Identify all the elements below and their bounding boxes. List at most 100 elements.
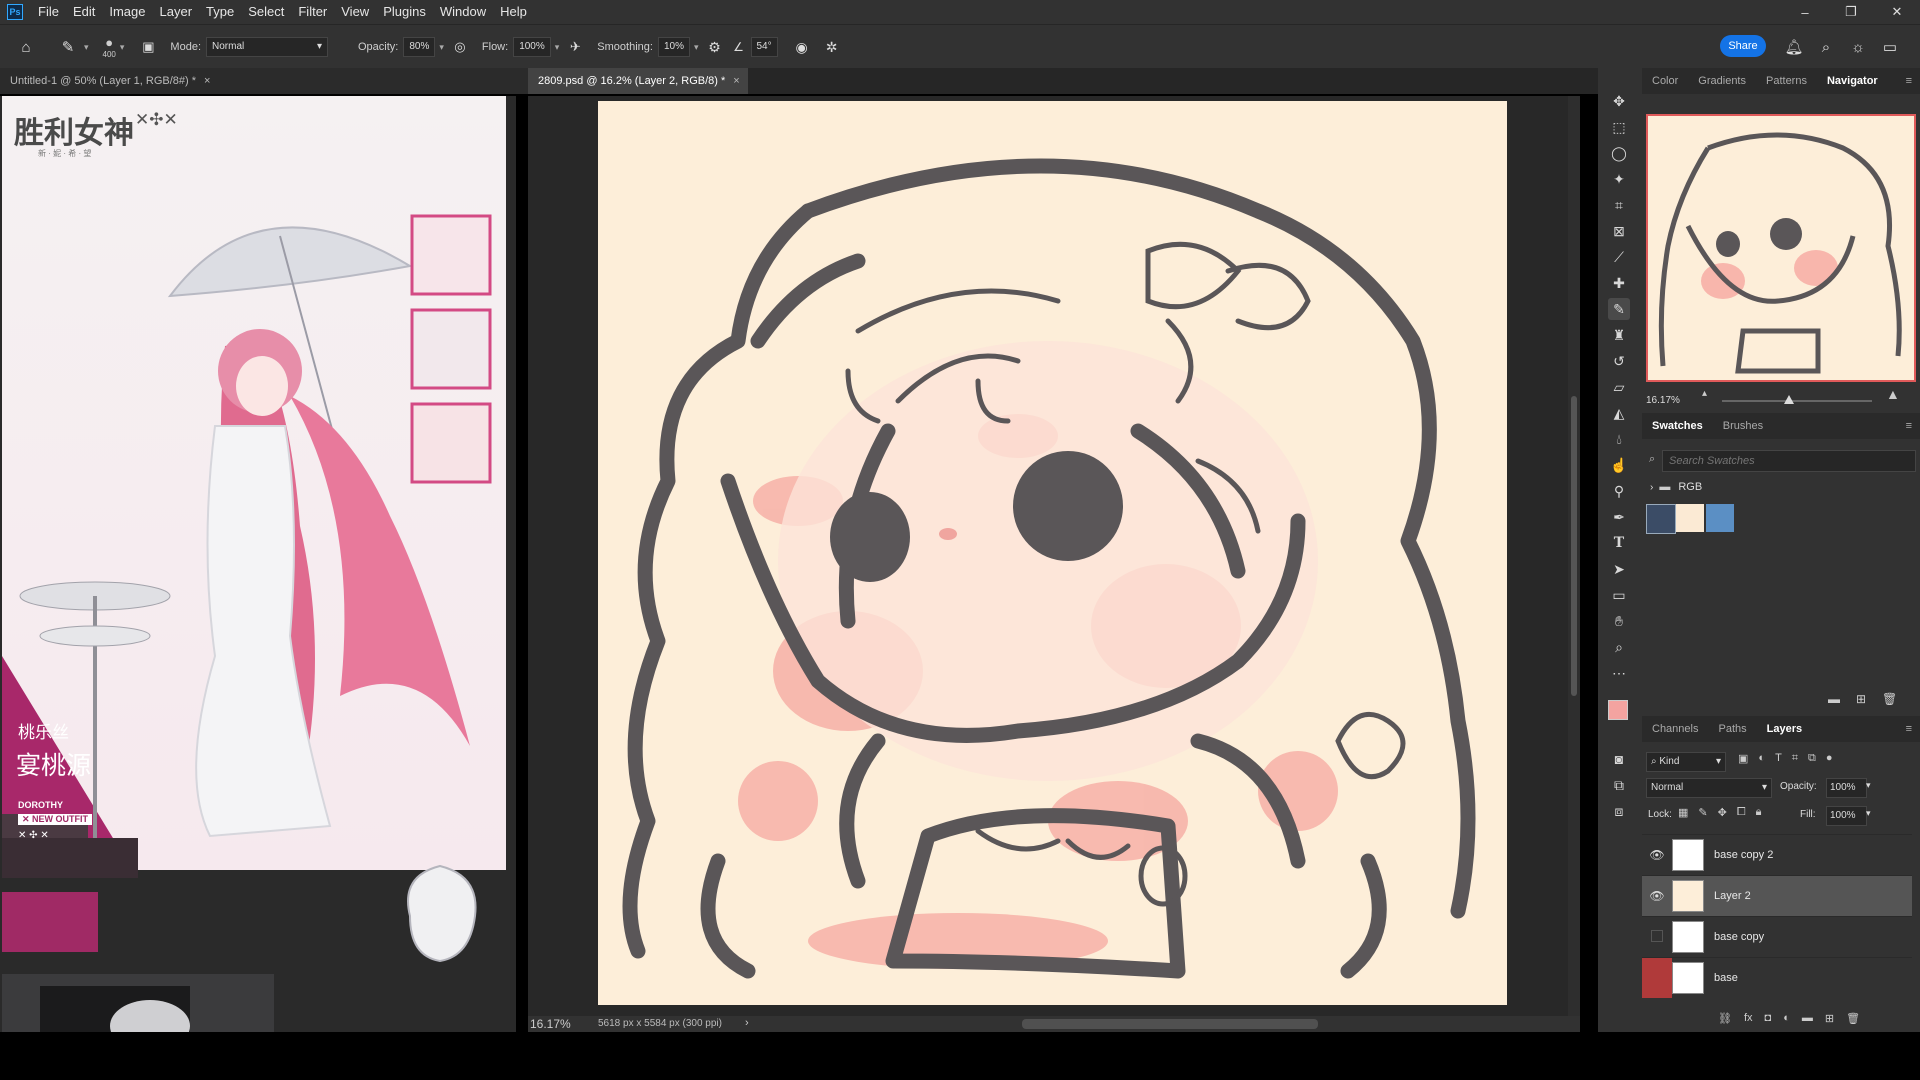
- brush-settings-icon[interactable]: ▣: [136, 35, 160, 59]
- marquee-tool-icon[interactable]: ⬚: [1608, 116, 1630, 138]
- quick-mask-icon[interactable]: ◙: [1608, 748, 1630, 770]
- lock-all-icon[interactable]: 🔒︎: [1756, 806, 1762, 819]
- layer-row-base-copy-2[interactable]: 👁︎ base copy 2: [1642, 834, 1912, 875]
- zoom-in-icon[interactable]: ▲: [1886, 386, 1900, 402]
- mode-select[interactable]: Normal ▾: [206, 37, 328, 57]
- layer-row-base-copy[interactable]: base copy: [1642, 916, 1912, 957]
- type-filter-icon[interactable]: T: [1775, 752, 1782, 765]
- menu-select[interactable]: Select: [241, 0, 291, 24]
- restore-button[interactable]: ❐: [1828, 0, 1874, 24]
- chevron-down-icon[interactable]: ▾: [1866, 808, 1871, 819]
- brush-tool-icon[interactable]: ✎: [1608, 298, 1630, 320]
- chevron-down-icon[interactable]: ▾: [84, 42, 89, 53]
- paint-bucket-tool-icon[interactable]: ◭: [1608, 402, 1630, 424]
- status-arrow-icon[interactable]: ›: [745, 1017, 749, 1029]
- menu-filter[interactable]: Filter: [291, 0, 334, 24]
- menu-plugins[interactable]: Plugins: [376, 0, 433, 24]
- more-tools-icon[interactable]: ⋯: [1608, 662, 1630, 684]
- brush-tool-icon[interactable]: ✎: [56, 35, 80, 59]
- discover-icon[interactable]: ☼: [1846, 35, 1870, 59]
- menu-type[interactable]: Type: [199, 0, 241, 24]
- home-icon[interactable]: ⌂: [14, 35, 38, 59]
- symmetry-icon[interactable]: ✲: [820, 35, 844, 59]
- eye-icon[interactable]: 👁︎: [1642, 889, 1672, 903]
- new-swatch-group-icon[interactable]: ▬: [1828, 692, 1840, 706]
- filter-toggle-icon[interactable]: ●: [1826, 752, 1833, 765]
- chevron-down-icon[interactable]: ▾: [1866, 780, 1871, 791]
- workspace-icon[interactable]: ▭: [1878, 35, 1902, 59]
- tab-left-doc[interactable]: Untitled-1 @ 50% (Layer 1, RGB/8#) * ×: [0, 68, 530, 94]
- photoshop-logo-icon[interactable]: Ps: [7, 4, 23, 20]
- menu-view[interactable]: View: [334, 0, 376, 24]
- airbrush-icon[interactable]: ✈: [563, 35, 587, 59]
- menu-window[interactable]: Window: [433, 0, 493, 24]
- layer-kind-filter[interactable]: ⌕ Kind ▾: [1646, 752, 1726, 772]
- lock-artboard-icon[interactable]: ⧠: [1737, 806, 1746, 819]
- lock-position-icon[interactable]: ✥: [1718, 806, 1727, 819]
- menu-help[interactable]: Help: [493, 0, 534, 24]
- smoothing-input[interactable]: 10%: [657, 37, 690, 57]
- vertical-scrollbar[interactable]: [1568, 96, 1580, 1016]
- shape-filter-icon[interactable]: ⌗: [1792, 752, 1798, 765]
- new-group-icon[interactable]: ▬: [1802, 1012, 1813, 1025]
- eyedropper-tool-icon[interactable]: ⟋: [1608, 246, 1630, 268]
- adjustment-layer-icon[interactable]: ◐: [1783, 1012, 1790, 1025]
- tab-layers[interactable]: Layers: [1757, 723, 1812, 735]
- pen-tool-icon[interactable]: ✒: [1608, 506, 1630, 528]
- close-icon[interactable]: ×: [204, 75, 210, 87]
- chevron-down-icon[interactable]: ▾: [120, 42, 125, 53]
- eraser-tool-icon[interactable]: ▱: [1608, 376, 1630, 398]
- swatch-dark-blue[interactable]: [1646, 504, 1676, 534]
- rectangle-tool-icon[interactable]: ▭: [1608, 584, 1630, 606]
- frame-tool-icon[interactable]: ⊠: [1608, 220, 1630, 242]
- navigator-zoom-slider[interactable]: [1722, 395, 1872, 404]
- lasso-tool-icon[interactable]: ◯: [1608, 142, 1630, 164]
- vertical-scroll-thumb[interactable]: [1571, 396, 1577, 696]
- layer-opacity-input[interactable]: 100%: [1826, 778, 1867, 798]
- menu-image[interactable]: Image: [102, 0, 152, 24]
- pixel-filter-icon[interactable]: ▣: [1738, 752, 1748, 765]
- tab-navigator[interactable]: Navigator: [1817, 75, 1888, 87]
- adjustment-filter-icon[interactable]: ◐: [1758, 752, 1765, 765]
- fx-icon[interactable]: fx: [1744, 1012, 1753, 1025]
- tab-paths[interactable]: Paths: [1708, 723, 1756, 735]
- chevron-down-icon[interactable]: ▾: [555, 42, 560, 53]
- swatch-light-blue[interactable]: [1706, 504, 1734, 532]
- tab-main-doc[interactable]: 2809.psd @ 16.2% (Layer 2, RGB/8) * ×: [528, 68, 768, 94]
- lock-transparency-icon[interactable]: ▦: [1678, 806, 1688, 819]
- swatch-search-input[interactable]: [1667, 452, 1911, 470]
- menu-layer[interactable]: Layer: [153, 0, 200, 24]
- zoom-slider-thumb[interactable]: [1784, 395, 1794, 404]
- minimize-button[interactable]: –: [1782, 0, 1828, 24]
- search-icon[interactable]: ⌕: [1814, 35, 1838, 59]
- chevron-down-icon[interactable]: ▾: [694, 42, 699, 53]
- layer-row-base[interactable]: base: [1642, 957, 1912, 998]
- crop-tool-icon[interactable]: ⌗: [1608, 194, 1630, 216]
- share-button[interactable]: Share: [1720, 35, 1766, 57]
- menu-edit[interactable]: Edit: [66, 0, 102, 24]
- clone-stamp-tool-icon[interactable]: ♜: [1608, 324, 1630, 346]
- delete-swatch-icon[interactable]: 🗑︎: [1882, 692, 1897, 706]
- foreground-color-swatch[interactable]: [1608, 700, 1628, 720]
- lock-pixels-icon[interactable]: ✎: [1698, 806, 1707, 819]
- blur-tool-icon[interactable]: 💧︎: [1608, 428, 1630, 450]
- dodge-tool-icon[interactable]: ⚲: [1608, 480, 1630, 502]
- chevron-down-icon[interactable]: ▾: [439, 42, 444, 53]
- brush-preset-picker[interactable]: ● 400: [103, 35, 116, 59]
- horizontal-scroll-thumb[interactable]: [1022, 1019, 1318, 1029]
- swatch-cream[interactable]: [1676, 504, 1704, 532]
- tab-color[interactable]: Color: [1642, 75, 1688, 87]
- eye-hidden-icon[interactable]: [1642, 929, 1672, 945]
- zoom-level[interactable]: 16.17%: [530, 1017, 571, 1031]
- navigator-zoom-value[interactable]: 16.17%: [1646, 395, 1680, 406]
- layer-row-layer-2[interactable]: 👁︎ Layer 2: [1642, 875, 1912, 916]
- tab-gradients[interactable]: Gradients: [1688, 75, 1756, 87]
- type-tool-icon[interactable]: T: [1608, 532, 1630, 554]
- move-tool-icon[interactable]: ✥: [1608, 90, 1630, 112]
- link-layers-icon[interactable]: ⛓︎: [1718, 1012, 1732, 1025]
- tab-channels[interactable]: Channels: [1642, 723, 1708, 735]
- eye-hidden-icon[interactable]: [1642, 958, 1672, 998]
- hand-tool-icon[interactable]: ✋︎: [1608, 610, 1630, 632]
- healing-brush-tool-icon[interactable]: ✚: [1608, 272, 1630, 294]
- tab-swatches[interactable]: Swatches: [1642, 420, 1713, 432]
